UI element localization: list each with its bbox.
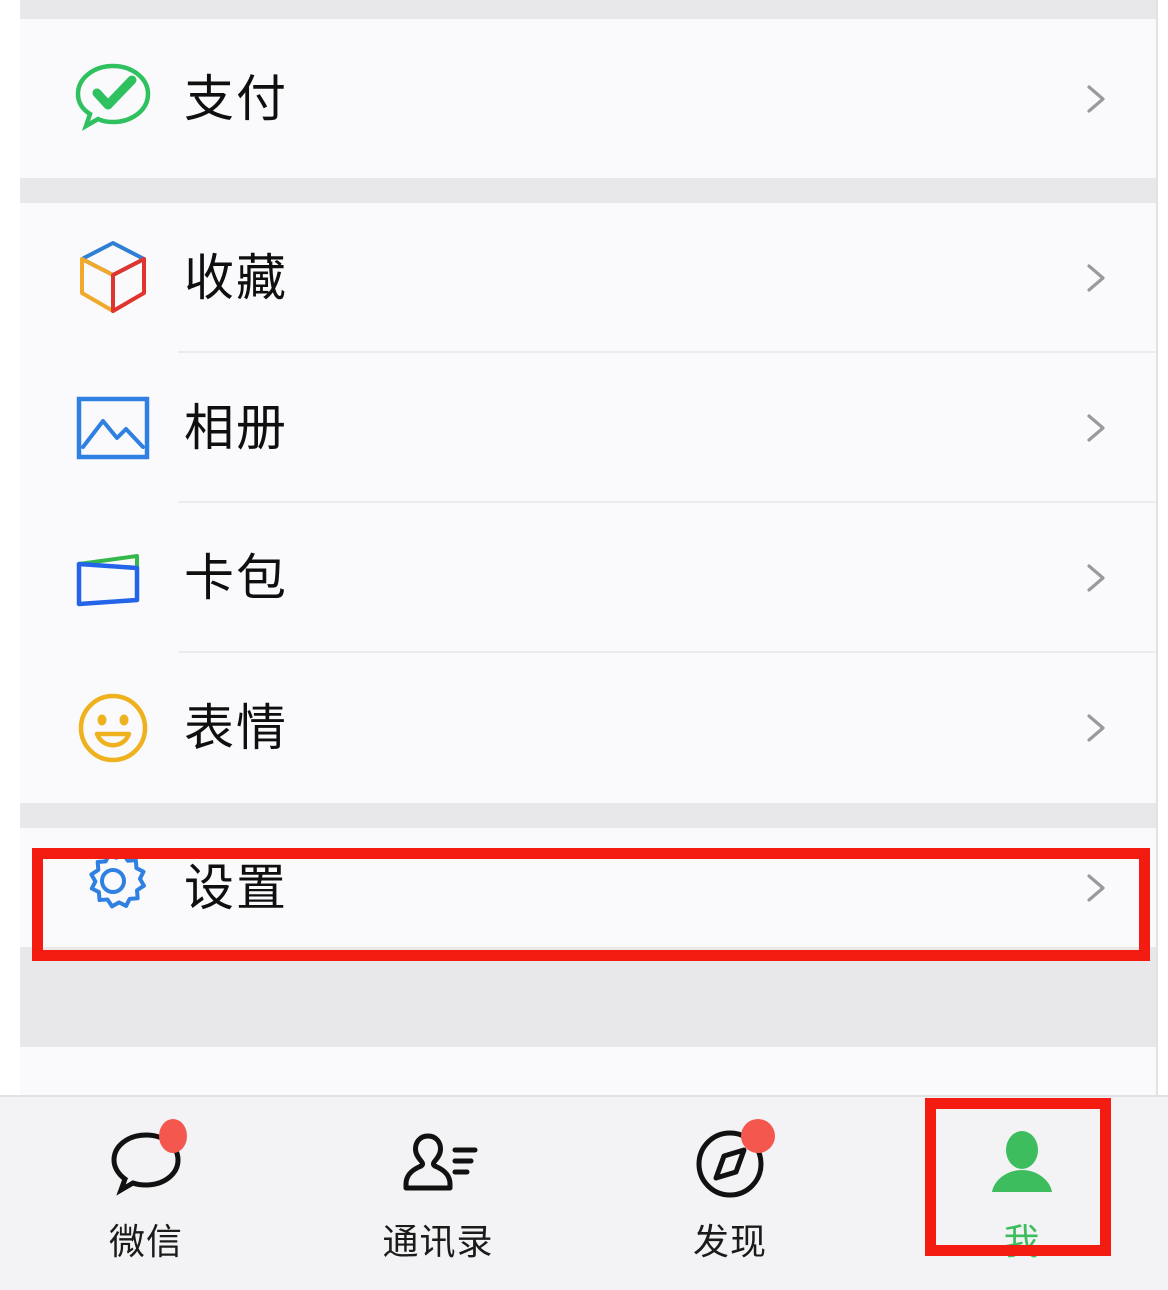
row-label-stickers: 表情 <box>184 703 288 753</box>
badge-dot-wechat <box>159 1119 187 1153</box>
bottom-tab-bar: 微信 通讯录 发现 <box>0 1095 1168 1290</box>
row-pay[interactable]: 支付 <box>20 19 1156 178</box>
group-gap-top <box>20 0 1156 19</box>
person-filled-icon <box>979 1121 1065 1207</box>
tab-wechat[interactable]: 微信 <box>0 1097 292 1290</box>
row-stickers[interactable]: 表情 <box>20 653 1156 803</box>
settings-list-scroll-area: 支付 收藏 <box>20 0 1158 1095</box>
row-cards[interactable]: 卡包 <box>20 503 1156 653</box>
settings-gear-icon <box>68 848 158 928</box>
contacts-person-list-icon <box>395 1121 481 1207</box>
chat-bubble-icon <box>103 1121 189 1207</box>
tab-discover[interactable]: 发现 <box>584 1097 876 1290</box>
tab-label-me: 我 <box>1003 1213 1040 1265</box>
tab-label-discover: 发现 <box>693 1213 767 1265</box>
chevron-right-icon <box>1078 711 1112 745</box>
tab-label-wechat: 微信 <box>109 1213 183 1265</box>
row-label-album: 相册 <box>184 403 288 453</box>
group-media: 收藏 相册 <box>20 203 1156 803</box>
tab-contacts[interactable]: 通讯录 <box>292 1097 584 1290</box>
group-gap-2 <box>20 803 1156 828</box>
row-label-cards: 卡包 <box>184 553 288 603</box>
favorites-cube-icon <box>68 237 158 319</box>
row-album[interactable]: 相册 <box>20 353 1156 503</box>
chevron-right-icon <box>1078 411 1112 445</box>
tab-me[interactable]: 我 <box>876 1097 1168 1290</box>
cards-wallet-icon <box>68 544 158 612</box>
group-pay: 支付 <box>20 19 1156 178</box>
row-settings[interactable]: 设置 <box>20 828 1156 947</box>
group-gap-1 <box>20 178 1156 203</box>
row-label-favorites: 收藏 <box>184 253 288 303</box>
group-settings: 设置 <box>20 828 1156 947</box>
row-favorites[interactable]: 收藏 <box>20 203 1156 353</box>
group-gap-bottom <box>20 947 1156 1047</box>
compass-icon <box>687 1121 773 1207</box>
stickers-smiley-icon <box>68 690 158 766</box>
chevron-right-icon <box>1078 871 1112 905</box>
chevron-right-icon <box>1078 82 1112 116</box>
wechat-me-screen: 支付 收藏 <box>0 0 1168 1290</box>
badge-dot-discover <box>741 1119 775 1153</box>
row-label-settings: 设置 <box>184 863 288 913</box>
chevron-right-icon <box>1078 261 1112 295</box>
row-label-pay: 支付 <box>184 74 288 124</box>
album-photo-icon <box>68 393 158 463</box>
tab-label-contacts: 通讯录 <box>382 1213 493 1265</box>
chevron-right-icon <box>1078 561 1112 595</box>
pay-bubble-check-icon <box>68 60 158 138</box>
